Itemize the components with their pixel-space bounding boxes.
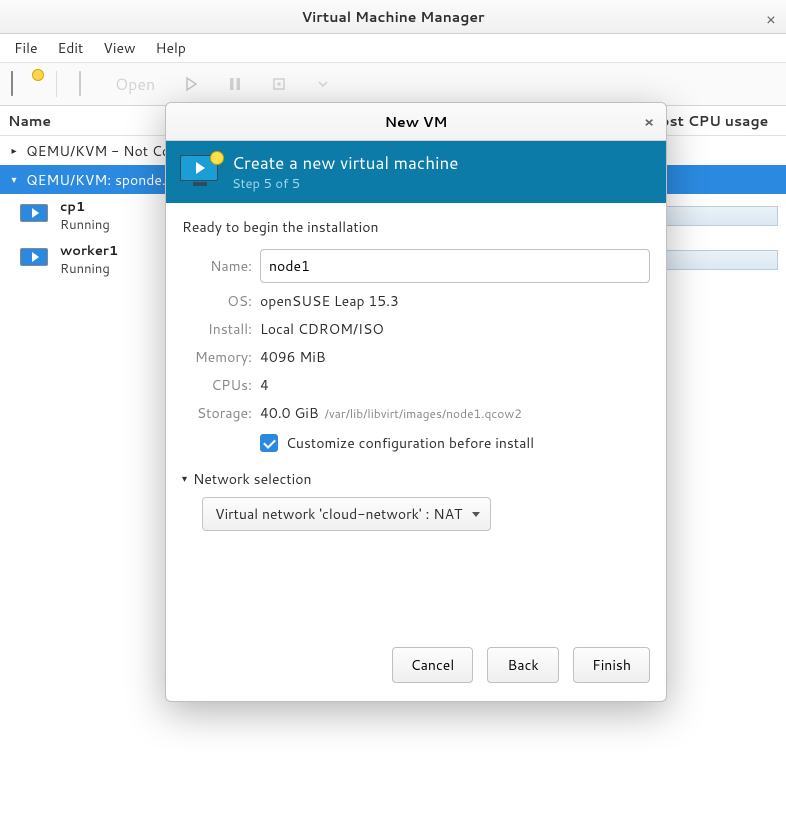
new-vm-wizard-icon [180,155,220,189]
vm-running-icon [20,248,50,272]
ready-text: Ready to begin the installation [182,217,650,237]
cpu-usage-graph [658,206,778,226]
value-memory: 4096 MiB [260,347,650,367]
menu-help[interactable]: Help [148,35,194,61]
dialog-close-button[interactable]: × [644,112,654,132]
summary-grid: Name: OS: openSUSE Leap 15.3 Install: Lo… [182,249,650,423]
play-icon [183,76,199,92]
menu-edit[interactable]: Edit [50,35,92,61]
open-button-label: Open [115,73,155,96]
storage-size: 40.0 GiB [260,403,319,423]
back-button[interactable]: Back [487,647,559,683]
banner-step: Step 5 of 5 [232,175,458,193]
shutdown-button[interactable] [263,68,295,100]
pause-icon [227,76,243,92]
label-os: OS: [182,291,252,311]
caret-right-icon: ▸ [8,144,20,158]
storage-path: /var/lib/libvirt/images/node1.qcow2 [325,405,522,422]
toolbar: Open [0,62,786,106]
dialog-titlebar: New VM × [166,103,666,141]
label-name: Name: [182,256,252,276]
vm-name: worker1 [60,242,118,260]
customize-label: Customize configuration before install [286,433,534,453]
vm-running-icon [20,204,50,228]
value-os: openSUSE Leap 15.3 [260,291,650,311]
dialog-buttons: Cancel Back Finish [166,647,666,701]
titlebar: Virtual Machine Manager × [0,0,786,34]
vm-status: Running [60,260,118,278]
dialog-title: New VM [385,112,448,132]
value-install: Local CDROM/ISO [260,319,650,339]
shutdown-menu-button[interactable] [307,68,339,100]
banner-title: Create a new virtual machine [232,151,458,175]
pause-button[interactable] [219,68,251,100]
window-title: Virtual Machine Manager [301,7,484,27]
customize-row: Customize configuration before install [260,433,650,453]
cancel-button[interactable]: Cancel [392,647,474,683]
caret-down-icon: ▾ [182,472,187,486]
monitor-icon [79,72,109,96]
stop-icon [271,76,287,92]
dialog-body: Ready to begin the installation Name: OS… [166,203,666,547]
chevron-down-icon [318,81,328,87]
run-button[interactable] [175,68,207,100]
value-storage: 40.0 GiB /var/lib/libvirt/images/node1.q… [260,403,650,423]
vm-name: cp1 [60,198,110,216]
cpu-usage-graph [658,250,778,270]
menubar: File Edit View Help [0,34,786,62]
value-cpus: 4 [260,375,650,395]
label-install: Install: [182,319,252,339]
menu-view[interactable]: View [95,35,143,61]
toolbar-separator [56,71,57,97]
network-selection-expander[interactable]: ▾ Network selection [182,469,650,489]
window-close-button[interactable]: × [766,8,776,31]
network-combo-value: Virtual network 'cloud-network' : NAT [215,504,462,524]
caret-down-icon: ▾ [8,173,20,187]
customize-checkbox[interactable] [260,434,278,452]
label-cpus: CPUs: [182,375,252,395]
label-storage: Storage: [182,403,252,423]
name-input[interactable] [260,249,650,283]
new-vm-button[interactable] [10,68,42,100]
vm-status: Running [60,216,110,234]
label-memory: Memory: [182,347,252,367]
open-button[interactable]: Open [71,68,163,100]
dialog-banner: Create a new virtual machine Step 5 of 5 [166,141,666,203]
new-vm-icon [11,72,41,96]
network-selection-label: Network selection [193,469,312,489]
menu-file[interactable]: File [6,35,46,61]
network-combo[interactable]: Virtual network 'cloud-network' : NAT [202,497,491,531]
new-vm-dialog: New VM × Create a new virtual machine St… [165,102,667,702]
finish-button[interactable]: Finish [573,647,650,683]
